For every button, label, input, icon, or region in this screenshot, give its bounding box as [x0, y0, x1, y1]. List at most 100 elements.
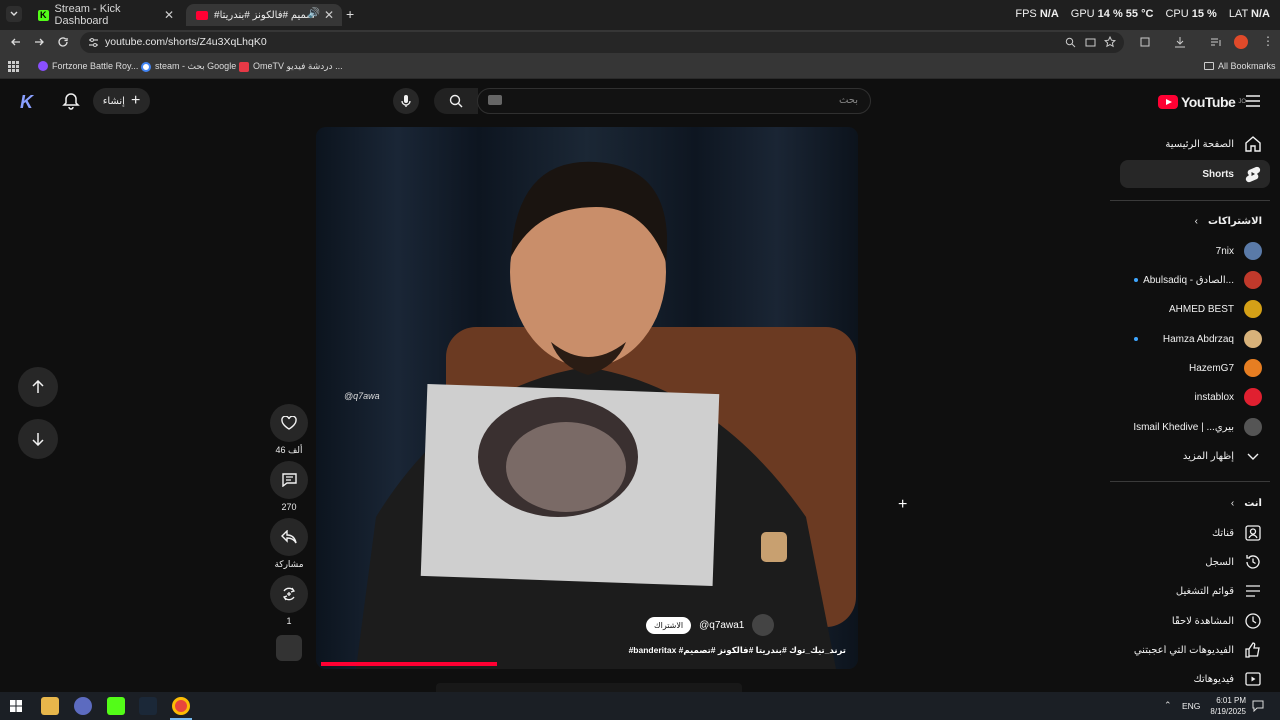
- chevron-left-icon: ‹: [1194, 215, 1198, 227]
- search-placeholder: بحث: [838, 95, 858, 106]
- new-tab-button[interactable]: +: [346, 6, 354, 22]
- system-clock[interactable]: 6:01 PM 8/19/2025: [1200, 695, 1246, 717]
- sidebar-divider: [1110, 481, 1270, 482]
- sidebar-item-subscription[interactable]: HazemG7: [1120, 354, 1270, 382]
- sidebar-item-liked-videos[interactable]: الفيديوهات التي أعجبتني: [1120, 636, 1270, 664]
- twitch-icon: [38, 61, 48, 71]
- back-arrow-icon[interactable]: [10, 36, 22, 48]
- notifications-bell-icon[interactable]: [62, 92, 80, 110]
- media-control-icon[interactable]: [1210, 36, 1222, 48]
- site-info-icon[interactable]: [88, 37, 99, 48]
- sidebar-item-label: قناتك: [1211, 527, 1234, 539]
- channel-avatar[interactable]: [752, 614, 775, 636]
- discord-icon[interactable]: [74, 697, 92, 715]
- zoom-icon[interactable]: [1065, 37, 1076, 48]
- sidebar-item-watch-later[interactable]: المشاهدة لاحقًا: [1120, 607, 1270, 635]
- share-button[interactable]: [270, 518, 308, 556]
- youtube-logo[interactable]: YouTube JO: [1158, 94, 1246, 110]
- reload-icon[interactable]: [57, 36, 69, 48]
- subscribe-button[interactable]: الاشتراك: [646, 616, 692, 634]
- tab-youtube-short[interactable]: #تصميم #فالكونز #بندريتا 🔊 ✕: [186, 4, 342, 26]
- kick-extension-icon[interactable]: K: [20, 92, 40, 112]
- subscriptions-header[interactable]: ‹ الاشتراكات: [1120, 207, 1270, 235]
- steam-icon[interactable]: [139, 697, 157, 715]
- shorts-icon: [1245, 166, 1261, 183]
- sidebar-item-subscription[interactable]: Abulsadiq - الصادق...: [1120, 266, 1270, 294]
- browser-menu-icon[interactable]: ⋮: [1262, 34, 1274, 48]
- hamburger-menu-icon[interactable]: [1246, 95, 1260, 107]
- sound-thumbnail[interactable]: [276, 635, 302, 661]
- you-section-header[interactable]: ‹ أنت: [1120, 489, 1270, 517]
- close-icon[interactable]: ✕: [324, 8, 334, 22]
- subscriptions-title: الاشتراكات: [1207, 215, 1262, 227]
- clock-icon: [1245, 613, 1261, 629]
- browser-toolbar: youtube.com/shorts/Z4u3XqLhqK0 ⋮: [0, 30, 1280, 55]
- tab-search-button[interactable]: [6, 6, 22, 22]
- search-button[interactable]: [434, 88, 478, 114]
- crosshair-cursor-icon: +: [898, 496, 908, 513]
- microphone-icon: [401, 95, 411, 107]
- sidebar-item-subscription[interactable]: 7nix: [1120, 237, 1270, 265]
- like-button[interactable]: [270, 404, 308, 442]
- sidebar-item-subscription[interactable]: AHMED BEST: [1120, 295, 1270, 323]
- sidebar-item-shorts[interactable]: Shorts: [1120, 160, 1270, 188]
- sidebar-item-label: السجل: [1205, 556, 1234, 568]
- show-more-button[interactable]: إظهار المزيد: [1120, 442, 1270, 470]
- video-progress-bar[interactable]: [321, 662, 497, 666]
- voice-search-button[interactable]: [393, 88, 419, 114]
- apps-grid-icon[interactable]: [8, 61, 19, 72]
- kick-app-icon[interactable]: [107, 697, 125, 715]
- browser-tab-strip: K Stream - Kick Dashboard ✕ #تصميم #فالك…: [0, 0, 1280, 30]
- tab-kick-dashboard[interactable]: K Stream - Kick Dashboard ✕: [28, 3, 182, 27]
- logo-text: YouTube: [1181, 94, 1236, 110]
- sidebar-item-subscription[interactable]: Ismail Khedive | ...بيري: [1120, 413, 1270, 441]
- short-video-player[interactable]: @q7awa @q7awa1 الاشتراك #banderitax #ترن…: [316, 127, 858, 669]
- sidebar-item-your-videos[interactable]: فيديوهاتك: [1120, 665, 1270, 693]
- language-indicator[interactable]: ENG: [1182, 701, 1200, 711]
- profile-avatar[interactable]: [1234, 35, 1248, 49]
- speaker-icon[interactable]: 🔊: [308, 8, 320, 19]
- search-input[interactable]: بحث: [477, 88, 871, 114]
- chevron-up-icon[interactable]: ⌃: [1164, 700, 1172, 711]
- short-caption: #banderitax #ترند_تيك_توك #بندريتا #فالك…: [628, 645, 846, 655]
- sidebar-item-label: Abulsadiq - الصادق...: [1143, 274, 1234, 286]
- close-icon[interactable]: ✕: [164, 8, 174, 22]
- download-icon[interactable]: [1174, 36, 1186, 48]
- file-explorer-icon[interactable]: [41, 697, 59, 715]
- notification-center-icon[interactable]: [1252, 700, 1264, 712]
- sidebar-item-history[interactable]: السجل: [1120, 548, 1270, 576]
- install-app-icon[interactable]: [1085, 37, 1096, 48]
- previous-short-button[interactable]: [18, 367, 58, 407]
- bookmarks-bar: Fortzone Battle Roy... steam - بحث Googl…: [0, 55, 1280, 79]
- extensions-icon[interactable]: [1139, 36, 1151, 48]
- sidebar-item-label: المشاهدة لاحقًا: [1171, 615, 1234, 627]
- next-short-button[interactable]: [18, 419, 58, 459]
- clock-date: 8/19/2025: [1210, 707, 1246, 716]
- forward-arrow-icon[interactable]: [33, 36, 45, 48]
- arrow-down-icon: [32, 433, 44, 446]
- sidebar-item-playlists[interactable]: قوائم التشغيل: [1120, 577, 1270, 605]
- folder-icon: [1204, 62, 1214, 70]
- star-icon[interactable]: [1104, 36, 1116, 48]
- bookmark-steam-search[interactable]: steam - بحث Google: [141, 61, 236, 72]
- bookmark-fortzone[interactable]: Fortzone Battle Roy...: [38, 61, 138, 71]
- sidebar-item-subscription[interactable]: instablox: [1120, 383, 1270, 411]
- bookmark-ometv[interactable]: OmeTV دردشة فيديو ...: [239, 61, 343, 72]
- sidebar-item-home[interactable]: الصفحة الرئيسية: [1120, 130, 1270, 158]
- sidebar-item-your-channel[interactable]: قناتك: [1120, 519, 1270, 547]
- address-bar[interactable]: youtube.com/shorts/Z4u3XqLhqK0: [80, 32, 1124, 53]
- next-short-preview[interactable]: [436, 683, 742, 692]
- sidebar-item-subscription[interactable]: Hamza Abdrzaq: [1120, 325, 1270, 353]
- remix-button[interactable]: [270, 575, 308, 613]
- windows-taskbar: ⌃ ENG 6:01 PM 8/19/2025: [0, 692, 1280, 720]
- keyboard-icon[interactable]: [488, 95, 502, 105]
- chrome-icon[interactable]: [172, 697, 190, 715]
- sidebar-item-label: 7nix: [1215, 245, 1234, 257]
- sidebar-item-label: قوائم التشغيل: [1175, 585, 1234, 597]
- create-button[interactable]: إنشاء +: [93, 88, 150, 114]
- tab-title: Stream - Kick Dashboard: [54, 3, 121, 27]
- channel-handle[interactable]: @q7awa1: [699, 620, 744, 631]
- windows-start-icon[interactable]: [10, 700, 22, 712]
- all-bookmarks-button[interactable]: All Bookmarks: [1204, 61, 1276, 71]
- comments-button[interactable]: [270, 461, 308, 499]
